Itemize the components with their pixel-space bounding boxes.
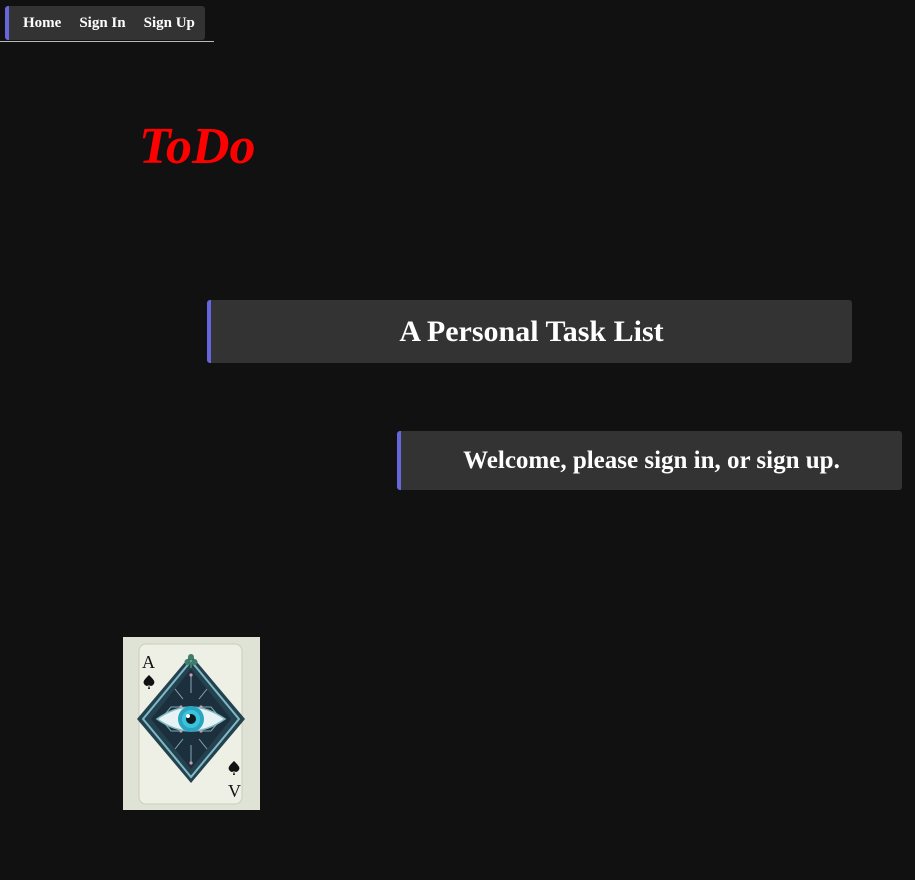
nav-link-home[interactable]: Home	[23, 15, 61, 32]
nav-link-sign-up[interactable]: Sign Up	[144, 15, 195, 32]
page-subtitle-banner: A Personal Task List	[207, 300, 852, 363]
welcome-message: Welcome, please sign in, or sign up.	[397, 431, 902, 490]
svg-text:A: A	[142, 652, 155, 672]
nav-link-sign-in[interactable]: Sign In	[79, 15, 125, 32]
corner-rank-top: A	[142, 652, 155, 689]
ace-card-image: A V	[123, 637, 260, 810]
app-title: ToDo	[139, 118, 256, 175]
nav-divider	[0, 41, 214, 42]
top-navbar: Home Sign In Sign Up	[5, 6, 205, 40]
svg-text:V: V	[228, 781, 241, 801]
corner-rank-bottom: V	[228, 761, 241, 801]
